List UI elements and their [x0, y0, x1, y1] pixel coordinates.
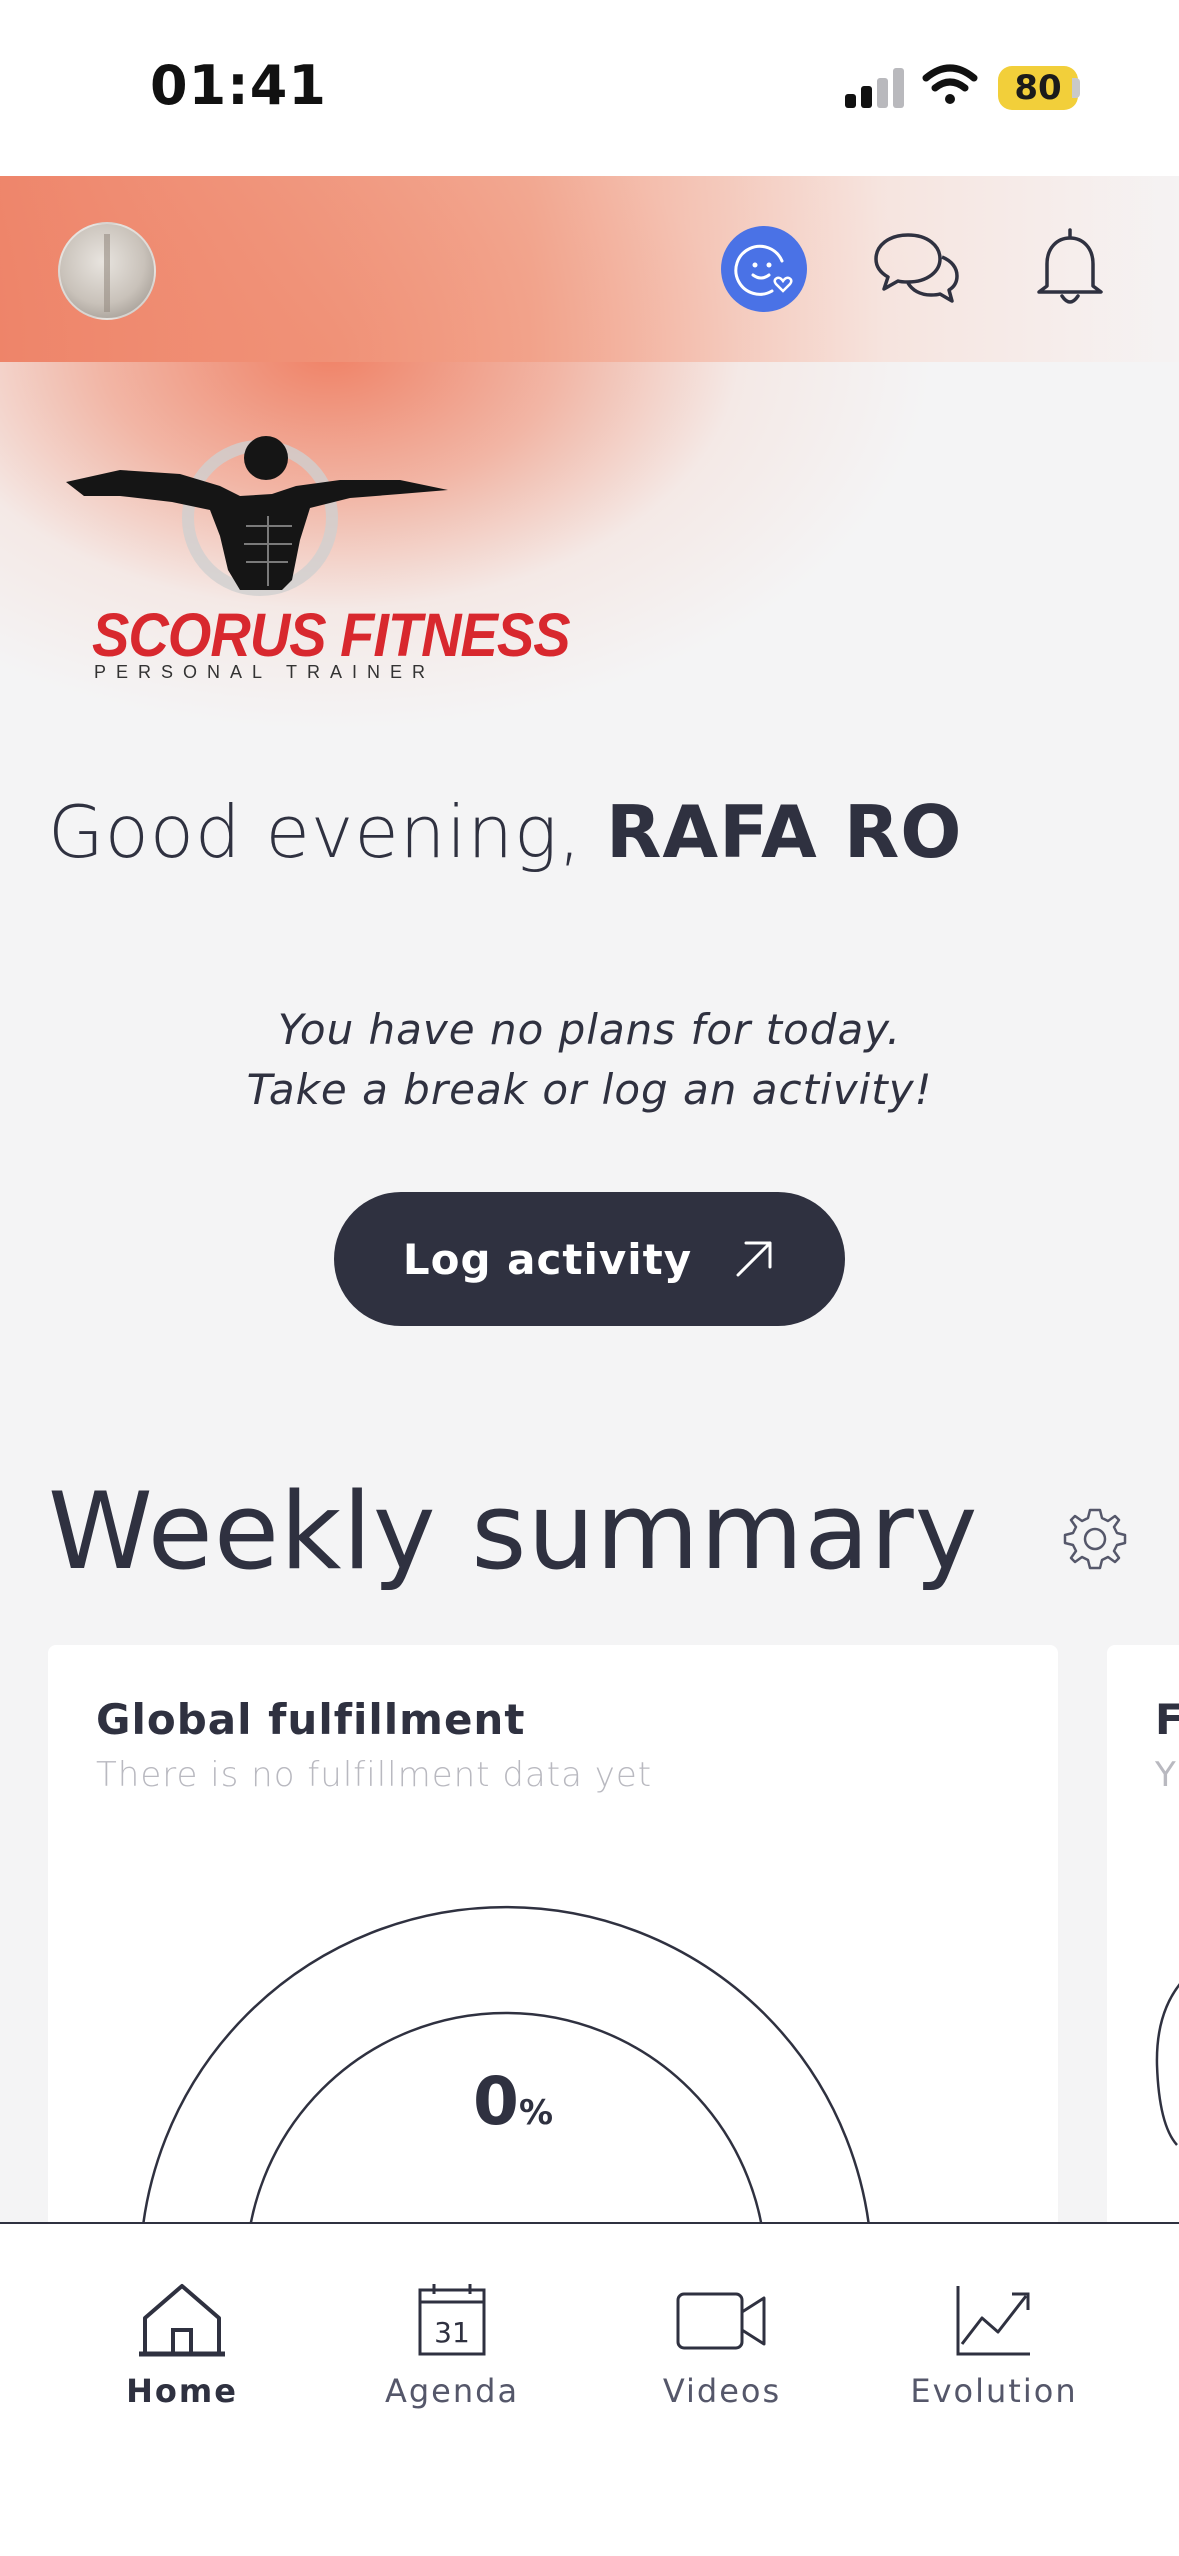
video-camera-icon [676, 2292, 766, 2350]
header-band [0, 176, 1179, 362]
bodybuilder-logo-icon [66, 436, 448, 596]
fulfillment-number: 0 [473, 2063, 519, 2140]
smiley-heart-icon [734, 244, 793, 296]
mood-button[interactable] [721, 226, 807, 312]
tab-label: Evolution [910, 2372, 1078, 2410]
logo-subtitle: PERSONAL TRAINER [94, 662, 436, 682]
greeting: Good evening, RAFA RO [48, 790, 962, 874]
tab-videos[interactable]: Videos [612, 2282, 832, 2432]
tab-label: Videos [662, 2372, 782, 2410]
next-summary-card[interactable]: F Y [1107, 1645, 1179, 2245]
greeting-prefix: Good evening, [48, 790, 606, 874]
trend-chart-icon [956, 2286, 1030, 2356]
no-plans-line-1: You have no plans for today. [277, 1005, 902, 1054]
home-icon [139, 2284, 225, 2357]
log-activity-button[interactable]: Log activity [334, 1192, 845, 1326]
tab-label: Agenda [384, 2372, 520, 2410]
partial-gauge [1155, 1983, 1179, 2146]
bell-icon [1037, 228, 1103, 304]
tab-home[interactable]: Home [72, 2282, 292, 2432]
status-bar: 01:41 80 [0, 0, 1179, 176]
battery-cap [1072, 78, 1080, 98]
gear-icon[interactable] [1062, 1506, 1128, 1572]
brand-logo: SCORUS FITNESS PERSONAL TRAINER [60, 430, 571, 690]
log-activity-label: Log activity [402, 1234, 693, 1284]
card-title: Global fulfillment [96, 1695, 526, 1744]
notifications-button[interactable] [1030, 222, 1110, 314]
calendar-day: 31 [434, 2316, 470, 2349]
home-screen: 01:41 80 SCORUS FITNESS PERSONAL TRAINER… [0, 0, 1179, 2556]
fulfillment-unit: % [518, 2093, 554, 2133]
card-subtitle: There is no fulfillment data yet [96, 1755, 653, 1795]
chat-bubbles-icon [874, 233, 959, 303]
bottom-tab-bar: Home 31 Agenda Videos Evolution [0, 2222, 1179, 2556]
user-name: RAFA RO [605, 790, 963, 874]
global-fulfillment-card[interactable]: Global fulfillment There is no fulfillme… [48, 1645, 1058, 2245]
fulfillment-gauge [139, 1905, 873, 2245]
logo-title: SCORUS FITNESS [92, 599, 571, 670]
no-plans-line-2: Take a break or log an activity! [246, 1065, 933, 1114]
tab-evolution[interactable]: Evolution [884, 2282, 1104, 2432]
fulfillment-value: 0% [473, 2063, 553, 2140]
no-plans-message: You have no plans for today. Take a brea… [0, 1000, 1179, 1120]
battery-level: 80 [998, 66, 1078, 110]
chat-button[interactable] [870, 226, 962, 312]
arrow-up-right-icon [736, 1241, 772, 1277]
calendar-icon: 31 [418, 2284, 486, 2356]
status-time: 01:41 [150, 54, 327, 117]
weekly-summary-title: Weekly summary [48, 1470, 979, 1593]
tab-agenda[interactable]: 31 Agenda [342, 2282, 562, 2432]
tab-label: Home [126, 2372, 238, 2410]
wifi-icon [922, 64, 978, 104]
avatar[interactable] [58, 222, 156, 320]
cellular-signal-icon [845, 68, 905, 108]
